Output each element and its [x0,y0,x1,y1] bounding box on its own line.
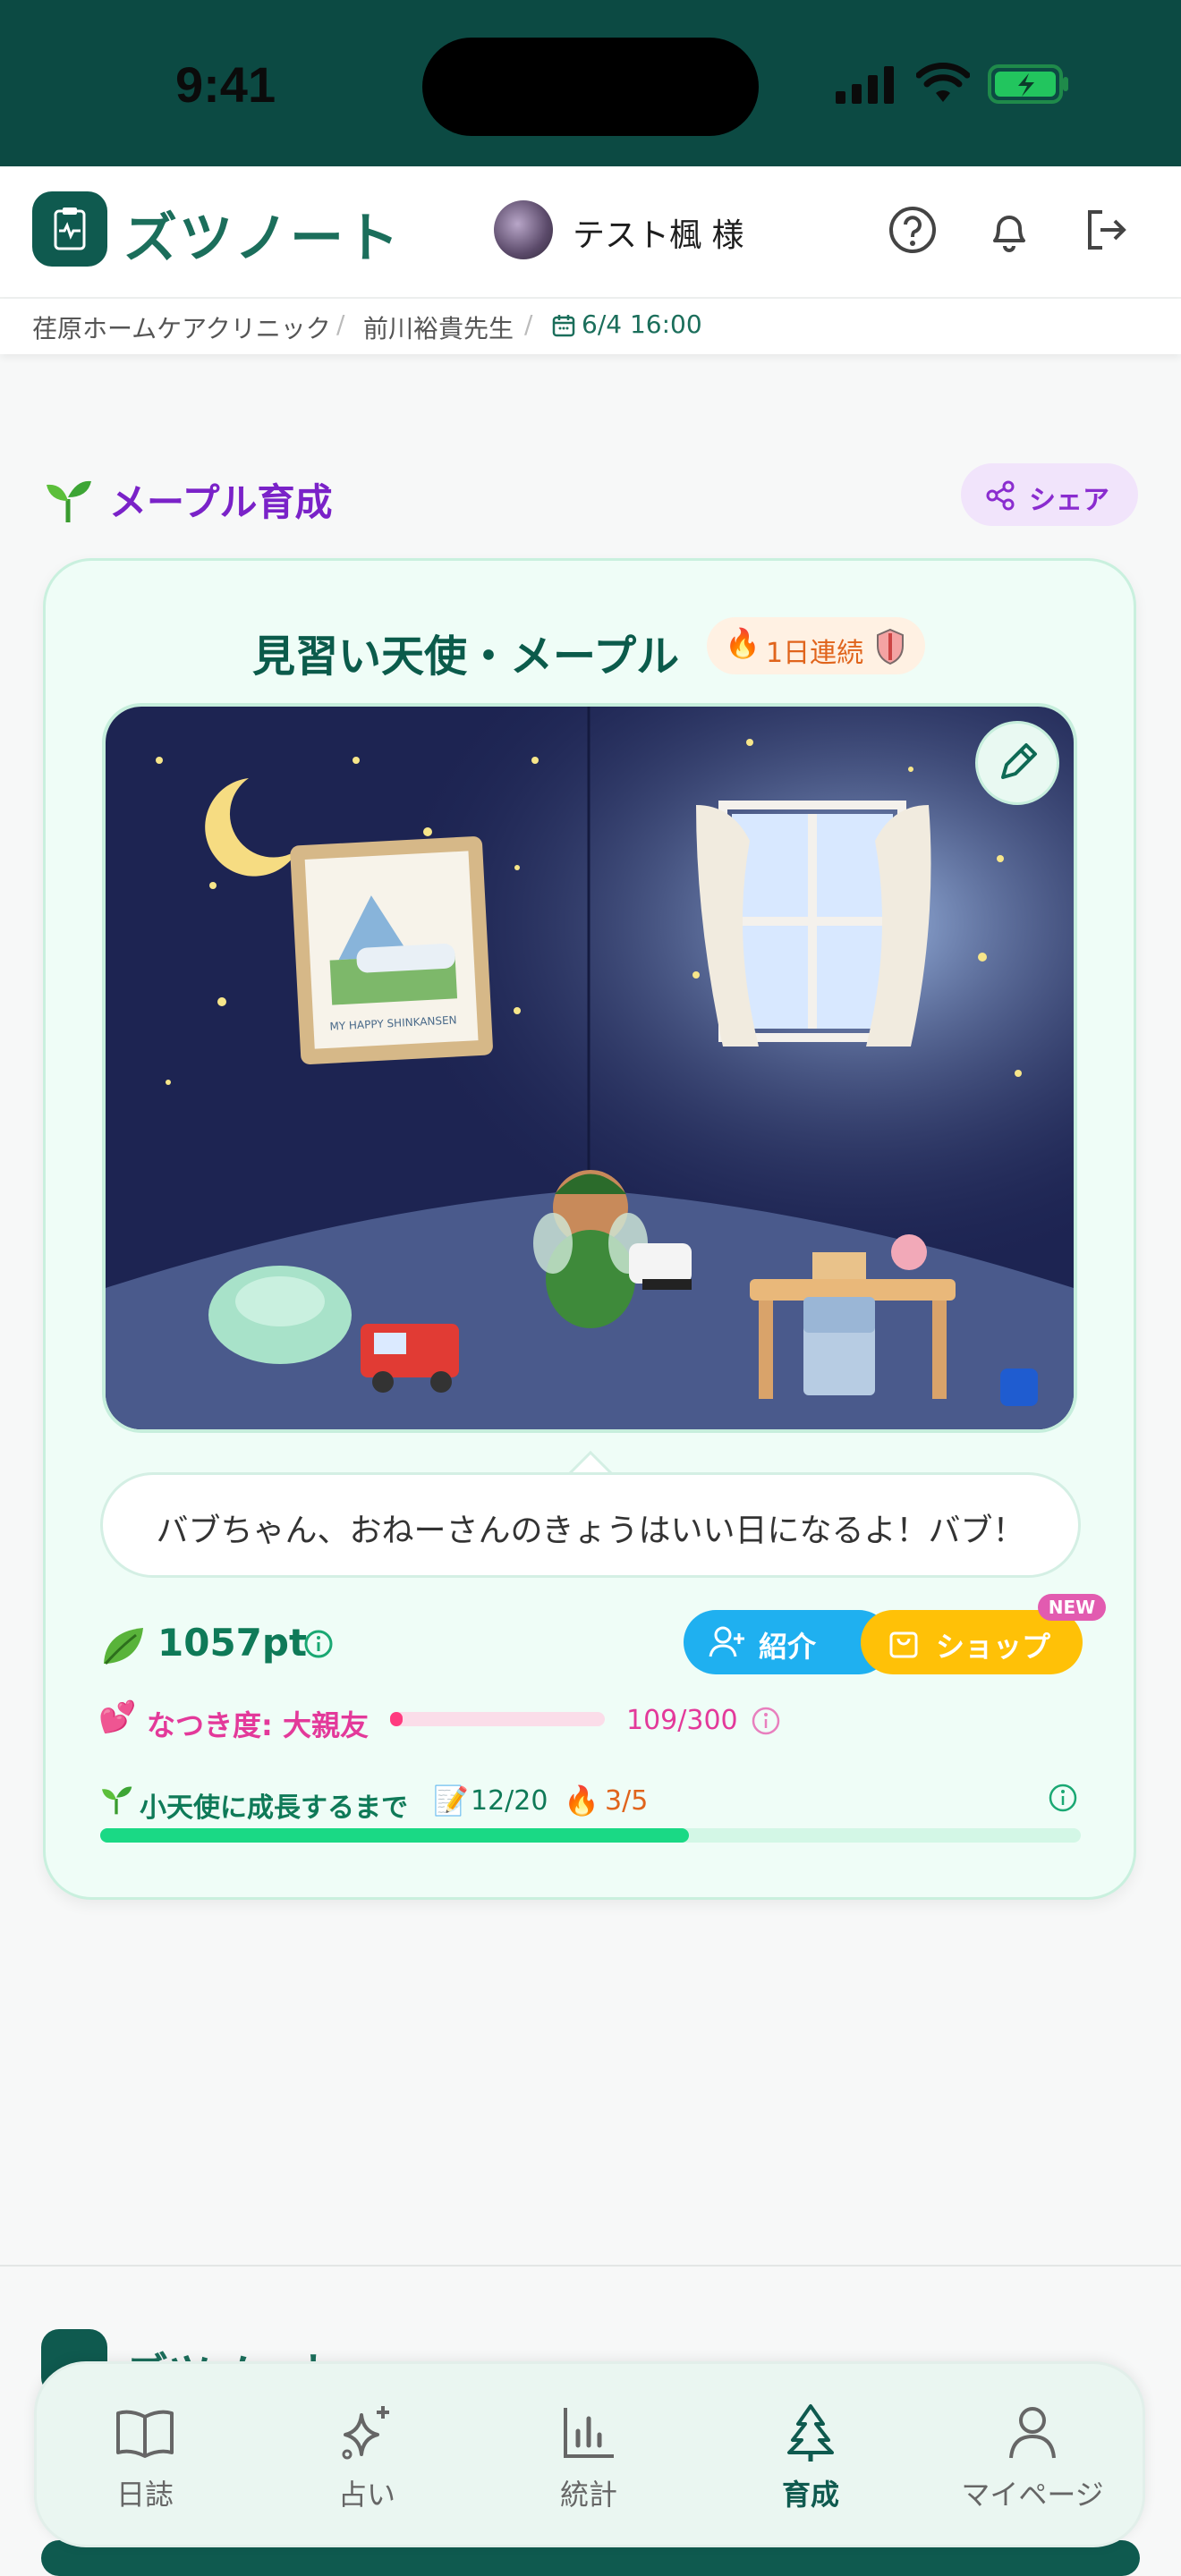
calendar-icon [552,315,575,337]
signal-icon [836,66,894,104]
divider [0,2265,1181,2267]
shield-icon [877,628,904,665]
growth-fire-count: 3/5 [605,1785,649,1817]
info-icon[interactable] [750,1705,782,1737]
breadcrumb-separator: / [524,309,533,339]
fire-icon: 🔥 [564,1784,599,1818]
affection-label: なつき度: 大親友 [147,1708,369,1742]
nav-label-active: 育成 [781,2478,839,2512]
fire-icon: 🔥 [725,626,760,660]
share-label: シェア [1029,485,1109,516]
nav-label: 統計 [559,2478,617,2512]
app-logo[interactable] [32,191,107,267]
section-title: メープル育成 [109,480,333,524]
battery-icon [988,64,1068,104]
new-badge-label: NEW [1048,1597,1096,1618]
shopping-bag-icon [889,1631,918,1658]
status-time: 9:41 [175,56,276,113]
room-illustration: MY HAPPY SHINKANSEN [106,707,1074,1429]
points-value: 1057pt [157,1621,308,1665]
affection-bar-fill [390,1712,403,1726]
edit-button[interactable] [975,721,1059,805]
help-icon[interactable] [884,201,941,258]
hearts-icon: 💕 [98,1699,137,1735]
breadcrumb-appointment[interactable]: 6/4 16:00 [582,309,702,339]
user-name: テスト楓 様 [573,217,744,254]
breadcrumb-clinic[interactable]: 荏原ホームケアクリニック [32,309,331,345]
user-icon [1009,2407,1056,2459]
nav-label: 日誌 [115,2478,174,2512]
leaf-icon [104,1628,143,1665]
pencil-icon [1001,743,1037,779]
sparkle-icon [342,2406,389,2460]
growth-diary-count: 12/20 [471,1785,548,1817]
avatar[interactable] [494,200,553,259]
add-user-icon [709,1626,744,1657]
book-icon [116,2410,174,2458]
invite-label: 紹介 [759,1630,817,1664]
wifi-icon [916,63,970,102]
tree-icon [787,2404,834,2462]
logout-icon[interactable] [1077,201,1134,258]
clipboard-heart-icon [54,208,86,250]
sprout-icon [47,480,91,522]
chart-icon [564,2408,614,2458]
character-room-scene: MY HAPPY SHINKANSEN [102,703,1077,1433]
memo-icon: 📝 [433,1784,469,1818]
info-icon[interactable] [302,1628,335,1660]
sprout-icon [102,1786,132,1815]
shop-label: ショップ [936,1630,1051,1664]
dynamic-island [422,38,759,136]
character-title: 見習い天使・メープル [252,631,680,682]
nav-label: 占い [337,2478,395,2512]
info-icon[interactable] [1047,1782,1079,1814]
speech-text: バブちゃん、おねーさんのきょうはいい日になるよ！バブ！ [156,1513,1025,1549]
growth-label: 小天使に成長するまで [140,1792,408,1824]
share-icon [986,480,1015,511]
nav-label: マイページ [961,2478,1104,2512]
breadcrumb-doctor[interactable]: 前川裕貴先生 [363,309,514,345]
growth-bar-fill [100,1828,689,1843]
breadcrumb-separator: / [336,309,345,339]
app-title: ズツノート [123,208,401,270]
affection-value: 109/300 [626,1705,738,1736]
affection-bar [390,1712,605,1726]
streak-label: 1日連続 [766,638,864,669]
bell-icon[interactable] [981,201,1038,258]
